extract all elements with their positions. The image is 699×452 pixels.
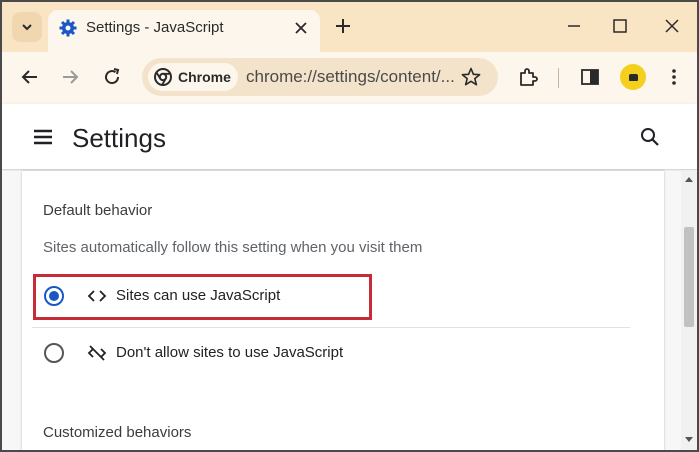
tab-settings-javascript[interactable]: Settings - JavaScript	[48, 10, 320, 52]
scroll-up-arrow-icon[interactable]	[685, 177, 693, 182]
settings-header: Settings	[2, 104, 697, 170]
url-text: chrome://settings/content/...	[246, 67, 455, 86]
page-title: Settings	[72, 123, 166, 153]
highlight-box	[33, 274, 372, 320]
site-info-chip[interactable]: Chrome	[148, 63, 238, 91]
chevron-down-icon	[22, 24, 32, 31]
chrome-logo-icon	[154, 68, 172, 86]
minimize-icon[interactable]	[564, 16, 584, 36]
tab-search-button[interactable]	[12, 12, 42, 42]
customized-behaviors-heading: Customized behaviors	[43, 424, 192, 441]
search-icon[interactable]	[639, 126, 661, 148]
forward-arrow-icon[interactable]	[58, 65, 82, 89]
more-vert-icon[interactable]	[662, 65, 686, 89]
scroll-down-arrow-icon[interactable]	[685, 437, 693, 442]
extensions-icon[interactable]	[516, 65, 540, 89]
maximize-icon[interactable]	[610, 16, 630, 36]
browser-window: Settings - JavaScript Chrome chrome://se…	[0, 0, 699, 452]
close-icon[interactable]	[292, 19, 310, 37]
toolbar-divider	[558, 68, 559, 88]
default-behavior-heading: Default behavior	[43, 202, 153, 219]
settings-gear-icon	[59, 19, 77, 37]
side-panel-icon[interactable]	[578, 65, 602, 89]
profile-avatar	[628, 73, 638, 81]
code-off-icon	[87, 345, 107, 361]
reload-icon[interactable]	[100, 65, 124, 89]
profile-icon[interactable]	[620, 64, 646, 90]
scrollbar-thumb[interactable]	[684, 227, 694, 327]
settings-content: Default behavior Sites automatically fol…	[2, 171, 681, 450]
browser-toolbar: Chrome chrome://settings/content/...	[2, 52, 697, 104]
default-behavior-description: Sites automatically follow this setting …	[43, 239, 423, 256]
javascript-settings-card: Default behavior Sites automatically fol…	[22, 171, 664, 450]
tab-title: Settings - JavaScript	[86, 19, 224, 36]
option-block-javascript[interactable]: Don't allow sites to use JavaScript	[32, 327, 630, 379]
menu-icon[interactable]	[32, 128, 54, 146]
tab-strip: Settings - JavaScript	[2, 2, 697, 52]
star-icon[interactable]	[460, 66, 482, 88]
plus-icon[interactable]	[332, 15, 354, 37]
address-bar[interactable]: Chrome chrome://settings/content/...	[142, 58, 498, 96]
radio-block-javascript[interactable]	[44, 343, 64, 363]
close-window-icon[interactable]	[662, 16, 682, 36]
back-arrow-icon[interactable]	[18, 65, 42, 89]
scrollbar[interactable]	[681, 171, 697, 450]
chip-label: Chrome	[178, 69, 231, 85]
option-label: Don't allow sites to use JavaScript	[116, 344, 344, 361]
